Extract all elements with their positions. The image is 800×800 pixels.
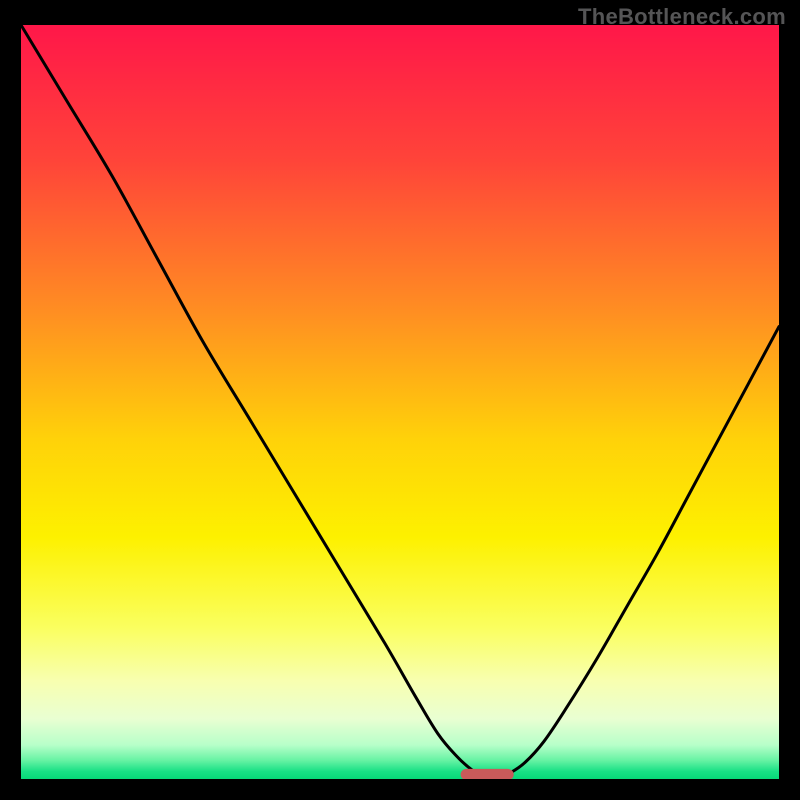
chart-svg [21, 25, 779, 779]
plot-area [21, 25, 779, 779]
optimal-marker [461, 769, 514, 779]
gradient-rect [21, 25, 779, 779]
chart-frame: TheBottleneck.com [0, 0, 800, 800]
